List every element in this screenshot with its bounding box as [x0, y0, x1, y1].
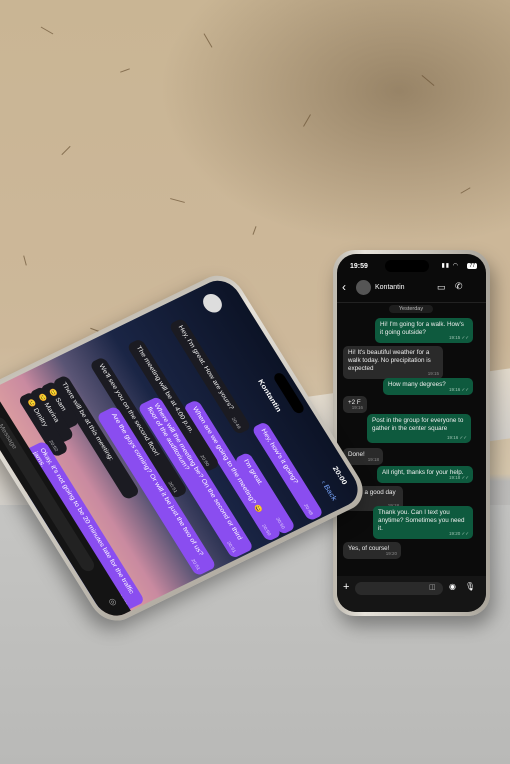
message-time: 19:15 ✓✓ — [448, 335, 469, 340]
signal-wifi-icon: ▮▮ ◠ — [441, 263, 459, 269]
message-time: 19:15 — [427, 371, 439, 376]
photo-scene: 19:59 ▮▮ ◠ 77 ‹ Kontantin ▭ ✆ Yesterday … — [0, 0, 510, 764]
message-text: Post in the group for everyone to gather… — [372, 417, 464, 432]
wall-speck — [61, 145, 71, 156]
wall-speck — [120, 68, 130, 73]
input-bar: + ◫ ◉ 🎙 — [337, 576, 486, 612]
status-time: 19:59 — [350, 263, 368, 270]
message-bubble[interactable]: +2 F 19:16 — [343, 396, 367, 413]
leaf-shadow — [140, 0, 510, 260]
message-time: 19:18 ✓✓ — [448, 475, 469, 480]
camera-icon[interactable]: ◉ — [449, 582, 456, 591]
back-label: Back — [322, 483, 339, 502]
message-time: 20:49 — [230, 416, 242, 430]
message-time: 20:51 — [225, 540, 237, 554]
message-time: 20:48 — [302, 503, 314, 517]
battery-icon: 77 — [467, 263, 477, 269]
message-time: 20:51 — [189, 558, 202, 572]
avatar[interactable] — [356, 280, 371, 295]
message-bubble[interactable]: Post in the group for everyone to gather… — [367, 414, 471, 443]
sticker-icon[interactable]: ◫ — [429, 583, 436, 591]
message-time: 19:20 ✓✓ — [448, 531, 469, 536]
message-bubble[interactable]: How many degrees? 19:16 ✓✓ — [383, 378, 473, 395]
message-text: Done! — [348, 451, 365, 458]
right-phone: 19:59 ▮▮ ◠ 77 ‹ Kontantin ▭ ✆ Yesterday … — [333, 250, 490, 616]
message-text: How many degrees? — [388, 381, 446, 388]
message-time: 19:16 ✓✓ — [446, 435, 467, 440]
message-time: 19:18 — [367, 457, 379, 462]
chat-header: ‹ Kontantin ▭ ✆ — [337, 276, 486, 303]
day-divider: Yesterday — [389, 305, 433, 313]
dynamic-island — [385, 260, 429, 272]
message-time: 19:16 — [351, 405, 363, 410]
wall-speck — [23, 255, 27, 266]
message-text: Yes, of course! — [348, 545, 390, 552]
back-button[interactable]: ‹ Back — [320, 479, 339, 502]
phone-call-icon[interactable]: ✆ — [455, 281, 463, 292]
message-time: 19:16 ✓✓ — [448, 387, 469, 392]
whatsapp-screen: 19:59 ▮▮ ◠ 77 ‹ Kontantin ▭ ✆ Yesterday … — [337, 254, 486, 612]
microphone-icon[interactable]: 🎙 — [465, 582, 475, 591]
video-call-icon[interactable]: ▭ — [437, 282, 446, 293]
message-bubble[interactable]: Hi! It's beautiful weather for a walk to… — [343, 346, 443, 379]
message-bubble[interactable]: Thank you. Can I text you anytime? Somet… — [373, 506, 473, 539]
status-bar: 19:59 ▮▮ ◠ 77 — [337, 254, 486, 274]
contact-name[interactable]: Kontantin — [375, 284, 405, 291]
message-time: 19:20 — [385, 551, 397, 556]
plus-icon[interactable]: + — [343, 581, 349, 593]
wall-speck — [40, 26, 54, 35]
message-bubble[interactable]: All right, thanks for your help. 19:18 ✓✓ — [377, 466, 473, 483]
message-text: Thank you. Can I text you anytime? Somet… — [378, 509, 465, 532]
message-bubble[interactable]: Yes, of course! 19:20 — [343, 542, 401, 559]
back-chevron-icon[interactable]: ‹ — [342, 280, 346, 294]
message-time: 20:50 — [260, 523, 272, 537]
microphone-icon[interactable]: ◎ — [106, 597, 119, 608]
message-bubble[interactable]: Hi! I'm going for a walk. How's it going… — [375, 318, 473, 343]
message-text: Hi! It's beautiful weather for a walk to… — [348, 349, 431, 372]
